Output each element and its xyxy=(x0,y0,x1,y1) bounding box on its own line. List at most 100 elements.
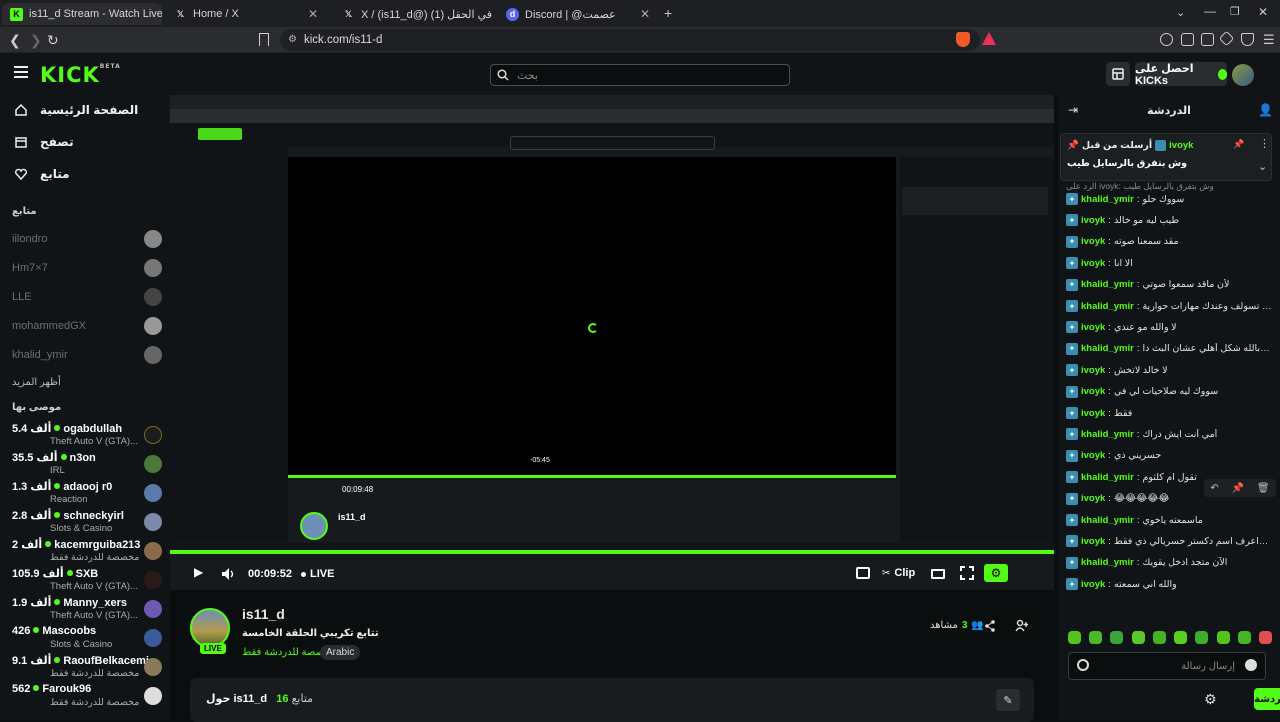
pin-message-icon[interactable]: 📌 xyxy=(1232,483,1244,494)
bookmark-icon[interactable] xyxy=(259,33,269,46)
unpin-icon[interactable]: 📌 xyxy=(1233,139,1244,150)
get-kicks-button[interactable]: احصل على KICKs xyxy=(1135,62,1227,87)
chat-message[interactable]: ✦ ivoyk: حسريني ذي xyxy=(1066,449,1272,462)
pinned-message[interactable]: 📌 أرسلت من قبل ivoyk وش بتفرق بالرسايل ط… xyxy=(1060,133,1272,181)
window-close-icon[interactable]: ✕ xyxy=(1258,5,1268,19)
chat-message[interactable]: ✦ivoyk:سمعت صوت خالد واعرف اسم دكستر حسر… xyxy=(1066,535,1272,548)
chat-message[interactable]: ✦khalid_ymir:منهههههههههههههههه أقسم بال… xyxy=(1066,342,1272,355)
minimize-icon[interactable]: — xyxy=(1204,4,1216,18)
mini-player-icon[interactable] xyxy=(856,567,870,579)
more-options-icon[interactable]: ⋮ xyxy=(1259,137,1270,150)
play-icon[interactable]: ▶ xyxy=(194,565,203,579)
chat-username[interactable]: ivoyk xyxy=(1081,322,1105,333)
chat-message[interactable]: ✦ ivoyk: فقط xyxy=(1066,407,1272,419)
emote-icon[interactable] xyxy=(1089,631,1103,644)
chevron-down-icon[interactable]: ⌄ xyxy=(1258,160,1267,173)
chat-username[interactable]: khalid_ymir xyxy=(1081,343,1134,354)
show-more-link[interactable]: أظهر المزيد xyxy=(12,377,61,388)
emote-icon[interactable] xyxy=(1195,631,1209,644)
close-icon[interactable]: ✕ xyxy=(308,7,318,21)
language-tag[interactable]: Arabic xyxy=(320,645,361,660)
sidebar-item-following[interactable]: متابع xyxy=(14,167,70,181)
wallet-icon[interactable] xyxy=(1201,33,1214,46)
search-input[interactable]: بحث xyxy=(490,64,790,86)
edit-pencil-icon[interactable]: ✎ xyxy=(996,689,1020,711)
chat-username[interactable]: khalid_ymir xyxy=(1081,429,1134,440)
brave-shield-icon[interactable] xyxy=(956,32,970,47)
emote-icon[interactable] xyxy=(1237,631,1251,644)
following-channel[interactable]: LLE xyxy=(12,288,162,306)
back-icon[interactable]: ❮ xyxy=(9,32,21,49)
chat-message[interactable]: ✦ ivoyk: والله اني سمعته xyxy=(1066,578,1272,591)
address-bar[interactable]: ⚙ kick.com/is11-d xyxy=(280,29,980,51)
clip-button[interactable]: ✂ Clip xyxy=(882,567,915,579)
chat-username[interactable]: khalid_ymir xyxy=(1081,194,1134,205)
tab-x-profile[interactable]: 𝕏 X / (is11_d@) سعد | في الحقل (1) ✕ xyxy=(334,3,494,25)
theater-mode-icon[interactable] xyxy=(931,569,945,579)
recommended-channel[interactable]: ألف 9.1 RaoufBelkacemi مخصصة للدردشة فقط xyxy=(12,654,162,682)
leo-ai-icon[interactable] xyxy=(1218,30,1235,47)
menu-icon[interactable]: ☰ xyxy=(1263,32,1275,48)
chat-message[interactable]: ✦ ivoyk: لا خالد لاتخش xyxy=(1066,364,1272,377)
chat-username[interactable]: ivoyk xyxy=(1081,386,1105,397)
sidebar-icon[interactable] xyxy=(1181,33,1194,46)
chat-message[interactable]: ✦ khalid_ymir: سووك حلو xyxy=(1066,193,1272,205)
close-icon[interactable]: ✕ xyxy=(640,7,650,21)
site-info-icon[interactable]: ⚙ xyxy=(288,34,297,45)
chat-input[interactable]: إرسال رسالة xyxy=(1068,652,1266,680)
chat-username[interactable]: khalid_ymir xyxy=(1081,301,1134,312)
chat-identity-icon[interactable] xyxy=(1077,659,1089,671)
brave-rewards-icon[interactable] xyxy=(982,32,996,45)
chat-message[interactable]: ✦ khalid_ymir: أمي أنت ايش دراك xyxy=(1066,428,1272,441)
collapse-chat-icon[interactable]: ⇥ xyxy=(1068,103,1078,117)
forward-icon[interactable]: ❯ xyxy=(30,32,42,49)
following-channel[interactable]: iilondro xyxy=(12,230,162,248)
chat-message[interactable]: ✦ ivoyk: الا انا xyxy=(1066,257,1272,270)
chat-username[interactable]: khalid_ymir xyxy=(1081,472,1134,483)
following-channel[interactable]: mohammedGX xyxy=(12,317,162,335)
user-avatar[interactable] xyxy=(1232,64,1254,86)
chat-username[interactable]: khalid_ymir xyxy=(1081,515,1134,526)
vpn-icon[interactable] xyxy=(1241,33,1254,46)
video-player[interactable]: 00:09:48 -05:45 is11_d ▶ 00:09:52 LIVE ✂… xyxy=(170,95,1054,590)
dashboard-button[interactable] xyxy=(1106,62,1130,86)
reply-icon[interactable]: ↶ xyxy=(1210,483,1218,494)
chat-username[interactable]: ivoyk xyxy=(1081,365,1105,376)
sidebar-item-browse[interactable]: تصفح xyxy=(14,135,74,149)
emote-icon[interactable] xyxy=(1216,631,1230,644)
chat-username[interactable]: ivoyk xyxy=(1081,450,1105,461)
emoji-icon[interactable] xyxy=(1245,659,1257,671)
chat-settings-icon[interactable]: ⚙ xyxy=(1204,691,1217,708)
emote-icon[interactable] xyxy=(1110,631,1124,644)
recommended-channel[interactable]: ألف 2 kacemrguiba213 مخصصة للدردشة فقط xyxy=(12,538,162,566)
recommended-channel[interactable]: 426 Mascoobs Slots & Casino xyxy=(12,625,162,653)
chat-username[interactable]: ivoyk xyxy=(1081,536,1105,547)
streamer-avatar[interactable] xyxy=(190,608,230,648)
volume-icon[interactable] xyxy=(221,567,235,581)
chat-username[interactable]: khalid_ymir xyxy=(1081,557,1134,568)
chat-username[interactable]: ivoyk xyxy=(1081,408,1105,419)
settings-gear-icon[interactable]: ⚙ xyxy=(984,564,1008,582)
emote-icon[interactable] xyxy=(1174,631,1188,644)
recommended-channel[interactable]: ألف 35.5 n3on IRL xyxy=(12,451,162,479)
recommended-channel[interactable]: 562 Farouk96 مخصصة للدردشة فقط xyxy=(12,683,162,711)
share-icon[interactable] xyxy=(984,620,996,632)
follow-user-icon[interactable] xyxy=(1015,619,1028,632)
chat-username[interactable]: khalid_ymir xyxy=(1081,279,1134,290)
emote-icon[interactable] xyxy=(1258,631,1272,644)
recommended-channel[interactable]: ألف 2.8 schneckyirl Slots & Casino xyxy=(12,509,162,537)
chat-message[interactable]: ✦ ivoyk: سووك ليه صلاحيات لي في xyxy=(1066,385,1272,398)
chat-message[interactable]: ✦ khalid_ymir: لأن ماقد سمعوا صوتي xyxy=(1066,278,1272,291)
recommended-channel[interactable]: ألف 5.4 ogabdullah Theft Auto V (GTA)... xyxy=(12,422,162,450)
tab-x-home[interactable]: 𝕏 Home / X ✕ xyxy=(166,3,326,25)
recommended-channel[interactable]: ألف 1.3 adaooj r0 Reaction xyxy=(12,480,162,508)
chat-message[interactable]: ✦ khalid_ymir: الآن متجد ادخل يقويك xyxy=(1066,556,1272,569)
chat-message[interactable]: ✦ khalid_ymir: أنت تسولف وعندك مهارات حوار… xyxy=(1066,300,1272,312)
fullscreen-icon[interactable] xyxy=(960,566,974,580)
emote-icon[interactable] xyxy=(1131,631,1145,644)
chat-message[interactable]: ✦ ivoyk: طيب ليه مو خالد xyxy=(1066,214,1272,227)
delete-icon[interactable]: 🗑 xyxy=(1257,483,1270,494)
chat-username[interactable]: ivoyk xyxy=(1081,215,1105,226)
chat-username[interactable]: ivoyk xyxy=(1081,236,1105,247)
progress-bar[interactable] xyxy=(170,550,1054,554)
